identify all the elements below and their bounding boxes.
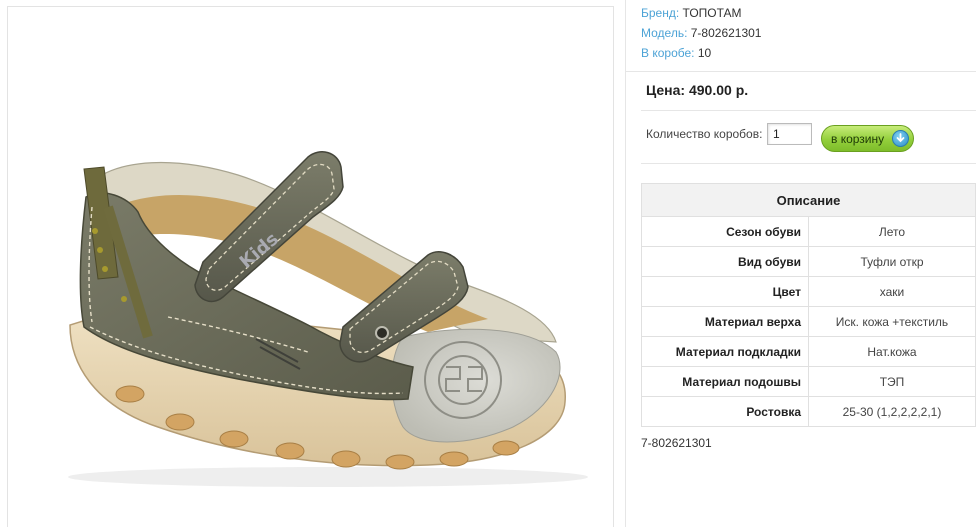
divider <box>641 163 976 164</box>
spec-value: ТЭП <box>808 366 976 397</box>
model-row: Модель: 7-802621301 <box>641 23 761 43</box>
spec-value: Нат.кожа <box>808 336 976 367</box>
table-row: Вид обуви Туфли откр <box>641 246 976 277</box>
product-photo-sandal[interactable]: Kids <box>8 7 615 528</box>
spec-value: Лето <box>808 216 976 247</box>
brand-value[interactable]: ТОПОТАМ <box>683 6 742 20</box>
column-divider <box>625 0 626 527</box>
spec-key: Сезон обуви <box>641 216 809 247</box>
spec-value: хаки <box>808 276 976 307</box>
spec-key: Цвет <box>641 276 809 307</box>
spec-key: Материал верха <box>641 306 809 337</box>
quantity-input[interactable] <box>767 123 812 145</box>
table-row: Ростовка 25-30 (1,2,2,2,2,1) <box>641 396 976 427</box>
add-to-cart-button[interactable]: в корзину <box>821 125 914 152</box>
divider <box>626 71 976 72</box>
spec-key: Вид обуви <box>641 246 809 277</box>
download-arrow-icon <box>892 130 909 147</box>
table-row: Цвет хаки <box>641 276 976 307</box>
box-count-label: В коробе: <box>641 46 695 60</box>
spec-value: Иск. кожа +текстиль <box>808 306 976 337</box>
divider <box>641 110 976 111</box>
table-row: Материал подкладки Нат.кожа <box>641 336 976 367</box>
box-count-value: 10 <box>697 46 712 60</box>
spec-value: Туфли откр <box>808 246 976 277</box>
model-label: Модель: <box>641 26 688 40</box>
table-row: Материал подошвы ТЭП <box>641 366 976 397</box>
price-label: Цена: 490.00 р. <box>646 82 749 98</box>
description-header: Описание <box>641 183 976 217</box>
quantity-label: Количество коробов: <box>646 127 763 141</box>
table-row: Материал верха Иск. кожа +текстиль <box>641 306 976 337</box>
spec-key: Материал подошвы <box>641 366 809 397</box>
sku-footer: 7-802621301 <box>641 436 712 450</box>
add-to-cart-label: в корзину <box>831 132 885 146</box>
box-count-row: В коробе: 10 <box>641 43 761 63</box>
table-row: Сезон обуви Лето <box>641 216 976 247</box>
spec-key: Ростовка <box>641 396 809 427</box>
spec-value: 25-30 (1,2,2,2,2,1) <box>808 396 976 427</box>
product-image-frame: Kids <box>7 6 614 527</box>
spec-key: Материал подкладки <box>641 336 809 367</box>
brand-row: Бренд: ТОПОТАМ <box>641 3 761 23</box>
model-value: 7-802621301 <box>690 26 762 40</box>
description-table: Описание Сезон обуви Лето Вид обуви Туфл… <box>641 183 976 427</box>
product-details: Бренд: ТОПОТАМ Модель: 7-802621301 В кор… <box>641 3 761 63</box>
brand-label: Бренд: <box>641 6 680 20</box>
